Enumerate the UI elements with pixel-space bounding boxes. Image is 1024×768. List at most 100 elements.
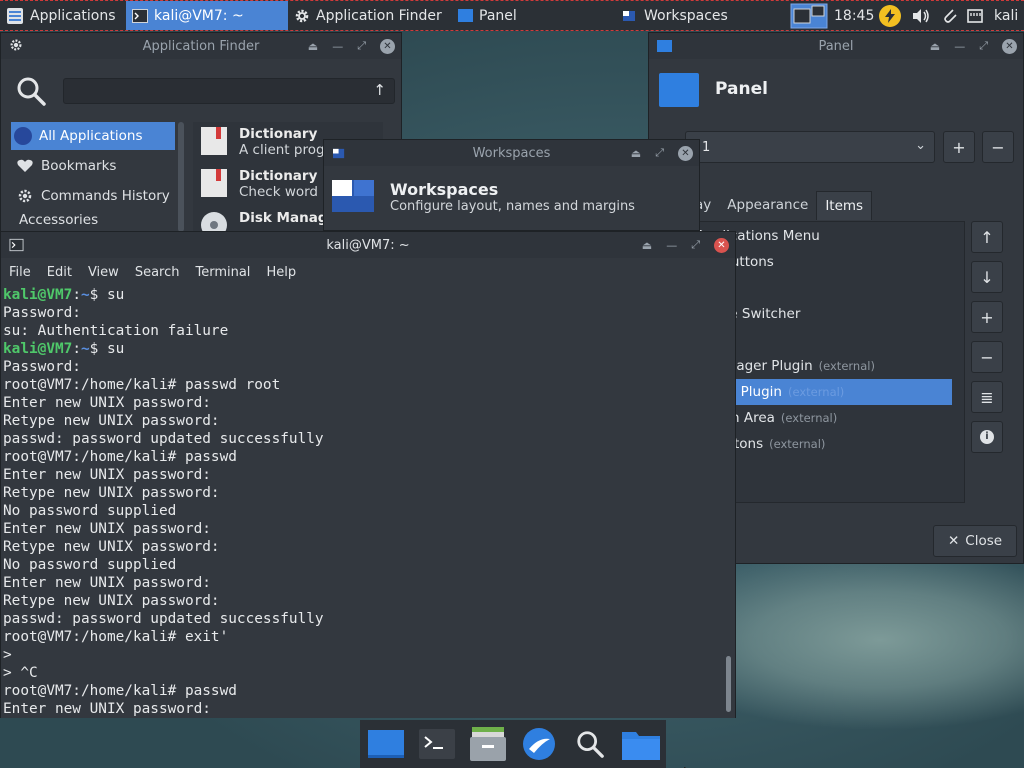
prompt-colon: :: [72, 341, 81, 357]
maximize-icon[interactable]: ⤢: [979, 39, 988, 53]
tab-items[interactable]: Items: [816, 191, 873, 220]
minimize-icon[interactable]: —: [954, 40, 965, 53]
category-accessories[interactable]: Accessories: [11, 212, 175, 230]
clock[interactable]: 18:45: [834, 1, 874, 30]
close-button[interactable]: ✕ Close: [933, 525, 1017, 557]
terminal-scrollbar[interactable]: [726, 656, 731, 712]
network-icon[interactable]: [966, 7, 984, 29]
applications-menu-button[interactable]: Applications: [6, 1, 116, 30]
add-item-button[interactable]: +: [971, 301, 1003, 333]
minimize-icon[interactable]: —: [332, 40, 343, 53]
task-terminal[interactable]: kali@VM7: ~: [126, 1, 288, 30]
menu-file[interactable]: File: [1, 265, 39, 280]
prompt-colon: :: [72, 287, 81, 303]
terminal-line: passwd: password updated successfully: [3, 610, 735, 628]
gear-icon[interactable]: [9, 38, 23, 56]
user-menu[interactable]: kali: [994, 1, 1018, 30]
prompt-path: ~: [80, 341, 90, 357]
line-text: passwd: password updated successfully: [3, 431, 324, 447]
menu-edit[interactable]: Edit: [39, 265, 80, 280]
close-icon[interactable]: ✕: [380, 38, 395, 54]
dictionary-icon: [199, 168, 229, 198]
app-finder-launcher[interactable]: [570, 724, 610, 764]
show-desktop-launcher[interactable]: [366, 724, 406, 764]
window-title: kali@VM7: ~: [326, 237, 410, 253]
close-icon: ✕: [947, 533, 960, 549]
shade-icon[interactable]: ⏏: [930, 40, 940, 53]
close-icon[interactable]: ✕: [678, 145, 693, 161]
close-icon[interactable]: ✕: [714, 237, 729, 253]
terminal-output[interactable]: kali@VM7:~$ su Password: su: Authenticatio…: [1, 286, 735, 718]
gear-icon: [295, 9, 309, 22]
task-workspaces[interactable]: Workspaces: [622, 1, 728, 30]
terminal-line: Retype new UNIX password:: [3, 412, 735, 430]
workspace-switcher-icon: [790, 3, 828, 29]
arrow-up-icon[interactable]: ↑: [373, 81, 386, 99]
shade-icon[interactable]: ⏏: [631, 147, 641, 160]
terminal-menubar: File Edit View Search Terminal Help: [1, 259, 735, 285]
maximize-icon[interactable]: ⤢: [357, 39, 366, 53]
shade-icon[interactable]: ⏏: [308, 40, 318, 53]
volume-icon[interactable]: [911, 7, 931, 29]
terminal-line: su: Authentication failure: [3, 322, 735, 340]
terminal-titlebar[interactable]: kali@VM7: ~ ⏏ — ⤢ ✕: [1, 232, 735, 258]
line-text: Retype new UNIX password:: [3, 485, 220, 501]
search-icon: [15, 75, 47, 111]
tab-appearance[interactable]: Appearance: [719, 191, 816, 220]
panel-titlebar[interactable]: Panel ⏏ — ⤢ ✕: [649, 33, 1023, 59]
terminal-line: Enter new UNIX password:: [3, 574, 735, 592]
close-icon[interactable]: ✕: [1002, 38, 1017, 54]
home-folder-launcher[interactable]: [621, 724, 661, 764]
app-finder-titlebar[interactable]: Application Finder ⏏ — ⤢ ✕: [1, 33, 401, 59]
prompt-user: kali@VM7: [3, 341, 73, 357]
search-input[interactable]: ↑: [63, 78, 395, 104]
about-item-button[interactable]: i: [971, 421, 1003, 453]
app-item[interactable]: Dictionary Check word d: [239, 168, 331, 200]
terminal-window: kali@VM7: ~ ⏏ — ⤢ ✕ File Edit View Searc…: [0, 231, 736, 718]
line-text: No password supplied: [3, 503, 177, 519]
panel-tabs: ay Appearance Items: [685, 191, 873, 220]
item-preferences-button[interactable]: ≣: [971, 381, 1003, 413]
terminal-line: No password supplied: [3, 556, 735, 574]
clipboard-icon[interactable]: [941, 7, 959, 29]
category-scrollbar[interactable]: [178, 122, 184, 232]
category-label: Bookmarks: [41, 158, 117, 174]
maximize-icon[interactable]: ⤢: [691, 238, 700, 252]
panel-select[interactable]: 1 ⌄: [685, 131, 935, 163]
move-up-button[interactable]: ↑: [971, 221, 1003, 253]
line-text: passwd: password updated successfully: [3, 611, 324, 627]
terminal-launcher[interactable]: [417, 724, 457, 764]
category-commands-history[interactable]: Commands History: [11, 182, 175, 210]
menu-help[interactable]: Help: [258, 265, 304, 280]
line-text: Password:: [3, 359, 81, 375]
app-item[interactable]: Disk Manag: [239, 210, 327, 232]
web-browser-launcher[interactable]: [519, 724, 559, 764]
panel-heading: Panel: [715, 79, 768, 99]
power-manager-icon[interactable]: [879, 5, 901, 27]
app-item[interactable]: Dictionary A client progr: [239, 126, 330, 158]
workspace-switcher[interactable]: [790, 3, 828, 29]
line-text: Retype new UNIX password:: [3, 539, 220, 555]
line-text: root@VM7:/home/kali# passwd: [3, 683, 237, 699]
minimize-icon[interactable]: —: [666, 239, 677, 252]
task-panel[interactable]: Panel: [458, 1, 517, 30]
disk-icon: [199, 210, 229, 232]
maximize-icon[interactable]: ⤢: [655, 146, 664, 160]
line-text: Enter new UNIX password:: [3, 395, 211, 411]
folder-icon: [621, 732, 660, 760]
file-manager-launcher[interactable]: [468, 724, 508, 764]
menu-search[interactable]: Search: [127, 265, 188, 280]
category-bookmarks[interactable]: Bookmarks: [11, 152, 175, 180]
move-down-button[interactable]: ↓: [971, 261, 1003, 293]
workspaces-icon: [333, 148, 345, 159]
remove-panel-button[interactable]: −: [982, 131, 1014, 163]
task-application-finder[interactable]: Application Finder: [294, 1, 442, 30]
menu-terminal[interactable]: Terminal: [187, 265, 258, 280]
shade-icon[interactable]: ⏏: [642, 239, 652, 252]
menu-view[interactable]: View: [80, 265, 127, 280]
remove-item-button[interactable]: −: [971, 341, 1003, 373]
category-all-applications[interactable]: All Applications: [11, 122, 175, 150]
add-panel-button[interactable]: +: [943, 131, 975, 163]
workspaces-titlebar[interactable]: Workspaces ⏏ ⤢ ✕: [324, 140, 699, 166]
terminal-icon: [132, 8, 148, 23]
